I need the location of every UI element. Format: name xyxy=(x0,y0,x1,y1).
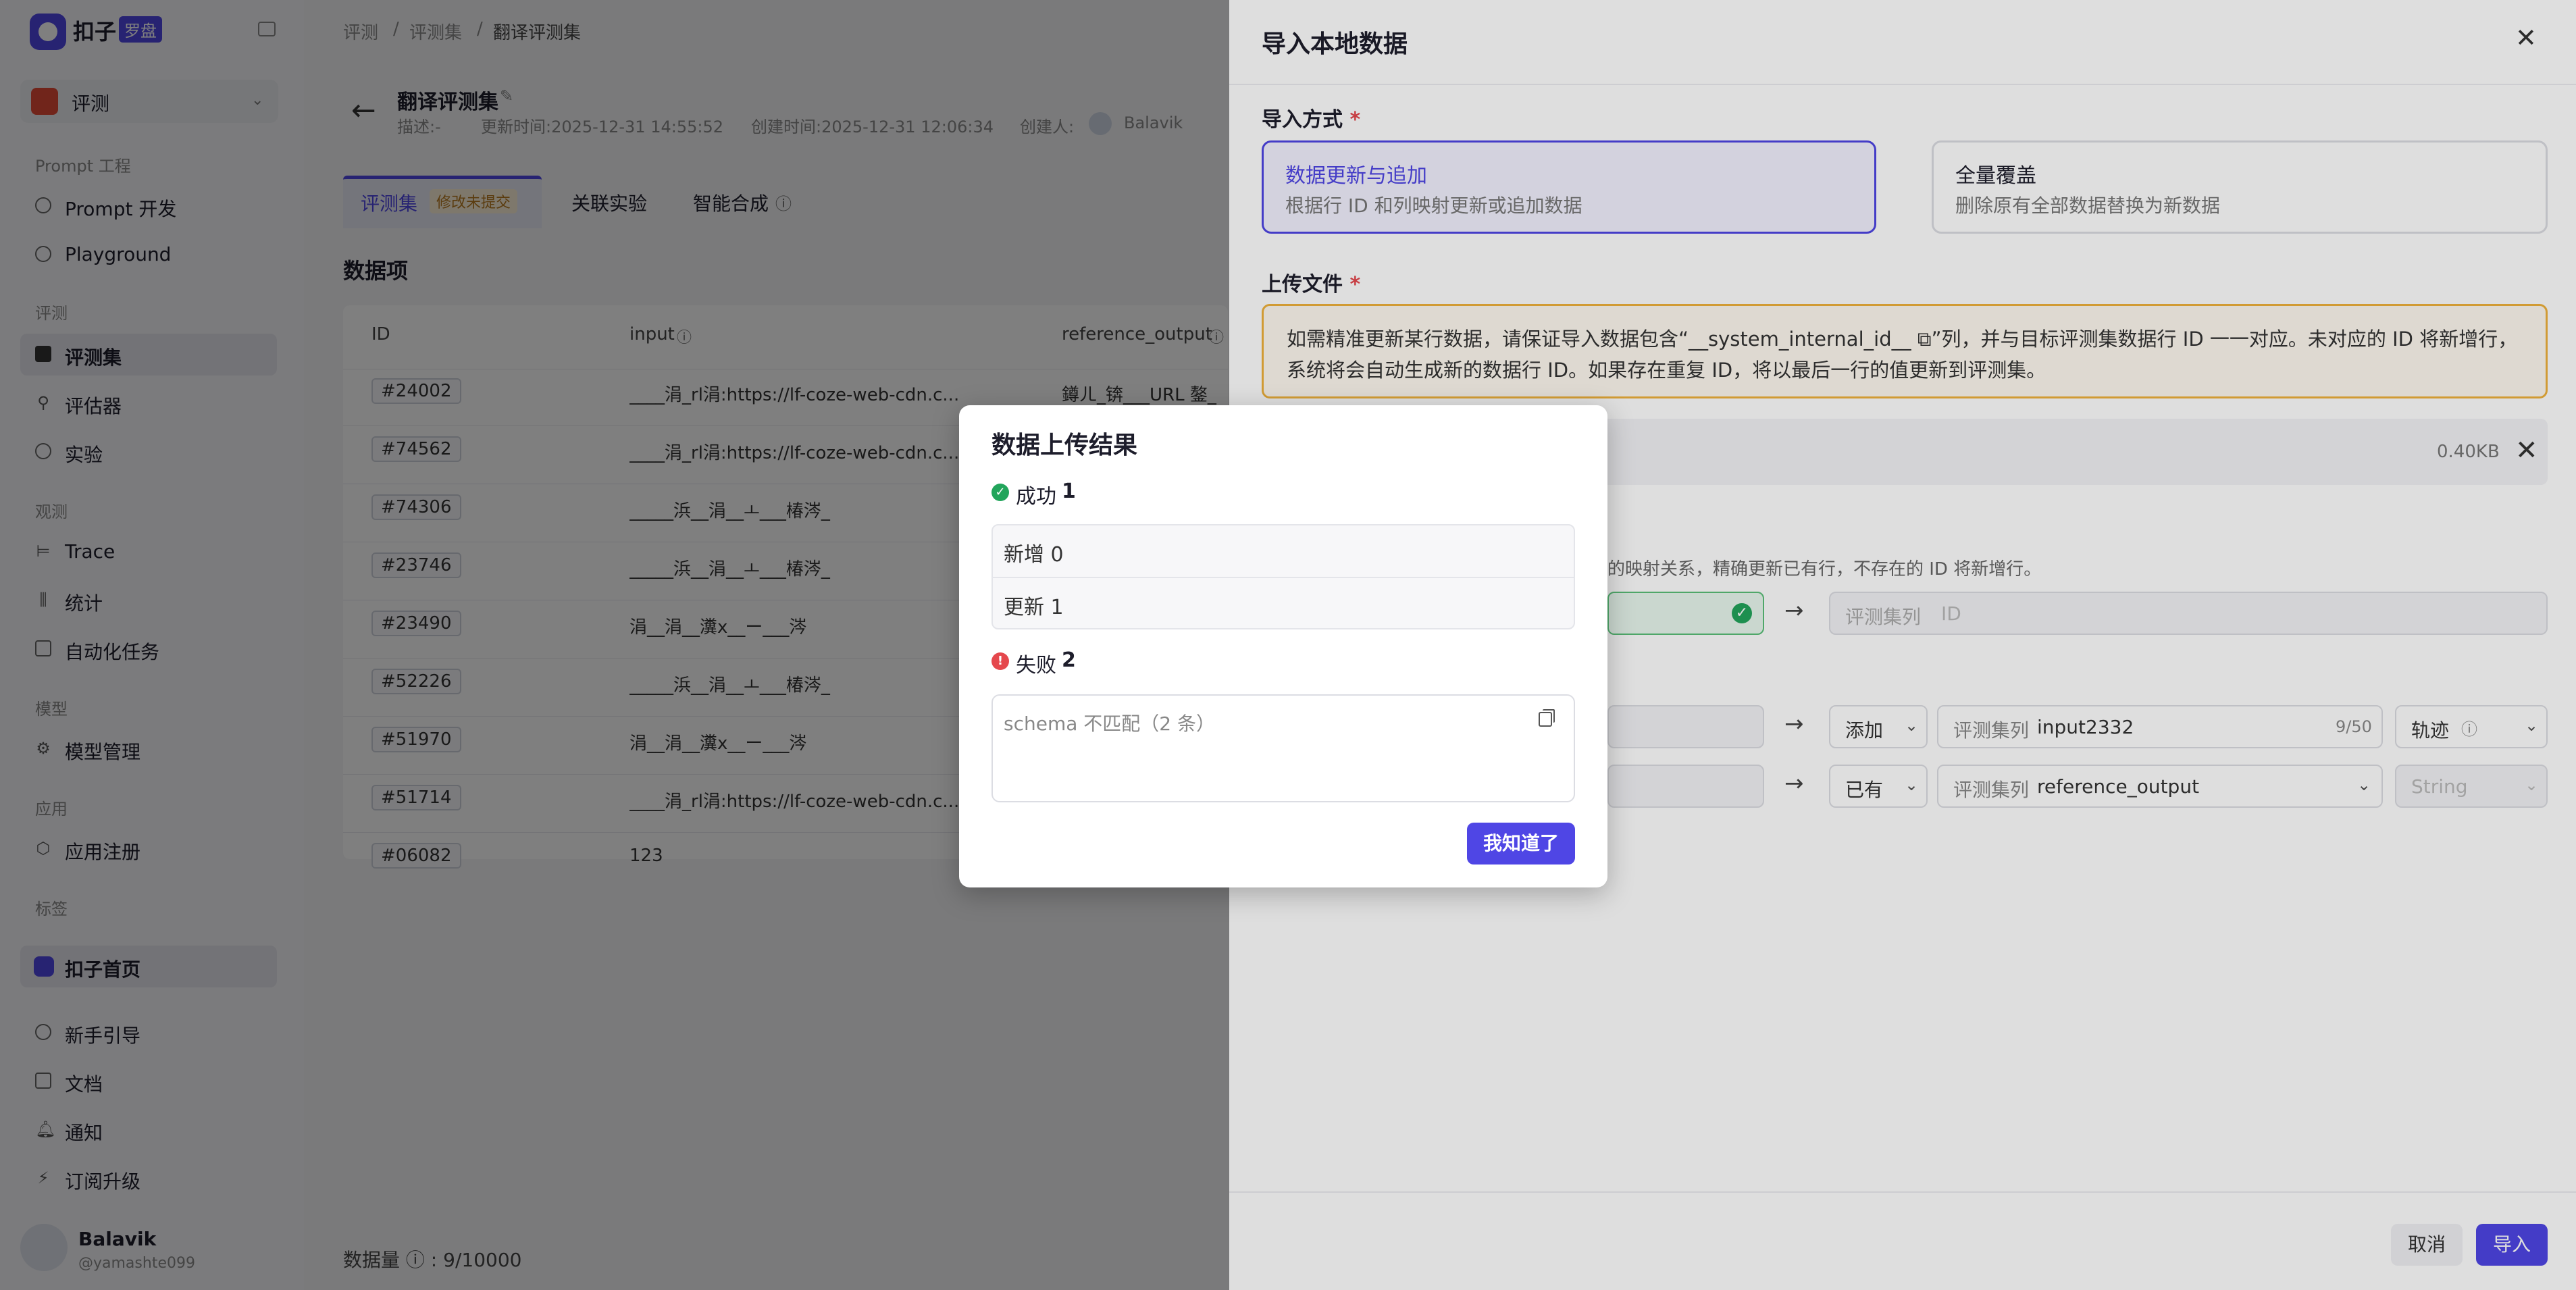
success-check-icon: ✓ xyxy=(991,484,1009,501)
fail-reason: schema 不匹配（2 条） xyxy=(1004,713,1216,735)
fail-label: 失败 xyxy=(1016,654,1056,677)
success-details: 新增 0 更新 1 xyxy=(991,524,1575,629)
added-count: 新增 0 xyxy=(1004,543,1064,567)
success-count: 1 xyxy=(1062,480,1076,503)
updated-count: 更新 1 xyxy=(1004,596,1064,619)
fail-count: 2 xyxy=(1062,648,1076,672)
error-icon: ! xyxy=(991,652,1009,670)
copy-icon[interactable] xyxy=(1539,709,1555,727)
upload-result-dialog: 数据上传结果 ✓ 成功 1 新增 0 更新 1 ! 失败 2 schema 不匹… xyxy=(959,405,1607,887)
confirm-button[interactable]: 我知道了 xyxy=(1467,823,1575,865)
success-label: 成功 xyxy=(1016,485,1056,509)
fail-details: schema 不匹配（2 条） xyxy=(991,694,1575,802)
dialog-title: 数据上传结果 xyxy=(991,432,1138,459)
